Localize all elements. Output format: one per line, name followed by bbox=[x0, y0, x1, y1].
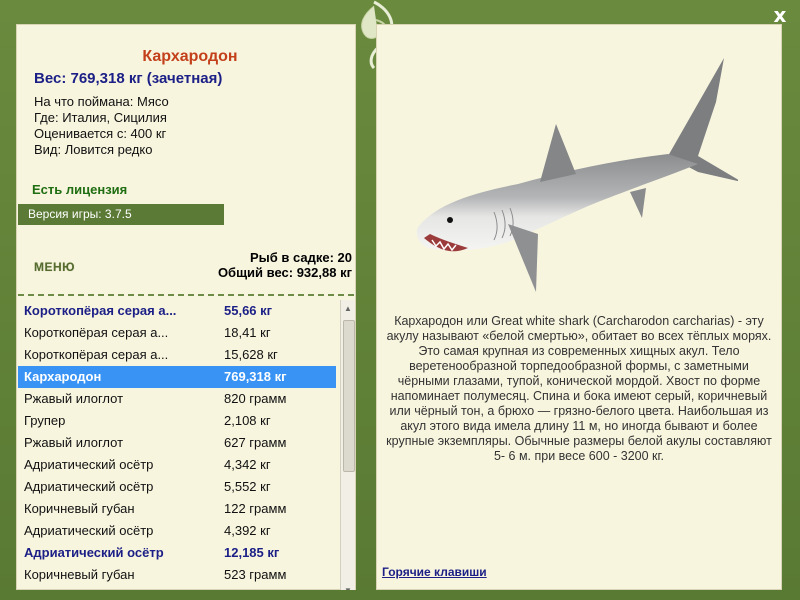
fish-list-row[interactable]: Адриатический осётр 4,392 кг bbox=[18, 520, 336, 542]
fish-list-row[interactable]: Короткопёрая серая а... 15,628 кг bbox=[18, 344, 336, 366]
fish-name: Адриатический осётр bbox=[24, 523, 154, 538]
fish-name: Адриатический осётр bbox=[24, 479, 154, 494]
fish-weight-cell: 5,552 кг bbox=[224, 479, 271, 494]
fish-list-row[interactable]: Ржавый илоглот 627 грамм bbox=[18, 432, 336, 454]
fish-name: Кархародон bbox=[24, 369, 102, 384]
fish-name: Коричневый губан bbox=[24, 501, 135, 516]
fish-weight-cell: 12,185 кг bbox=[224, 545, 280, 560]
fish-name: Короткопёрая серая а... bbox=[24, 347, 169, 362]
fish-name: Короткопёрая серая а... bbox=[24, 325, 169, 340]
scroll-down-arrow-icon[interactable]: ▼ bbox=[341, 584, 355, 590]
fish-list-row[interactable]: Адриатический осётр 12,185 кг bbox=[18, 542, 336, 564]
fish-name: Коричневый губан bbox=[24, 567, 135, 582]
fish-info-panel: Кархародон или Great white shark (Carcha… bbox=[376, 24, 782, 590]
fish-weight-cell: 15,628 кг bbox=[224, 347, 278, 362]
menu-button[interactable]: МЕНЮ bbox=[34, 260, 75, 274]
fish-name: Групер bbox=[24, 413, 66, 428]
fish-name: Адриатический осётр bbox=[24, 457, 154, 472]
fish-list-row[interactable]: Кархародон 769,318 кг bbox=[18, 366, 336, 388]
fish-weight-cell: 820 грамм bbox=[224, 391, 287, 406]
fish-name: Короткопёрая серая а... bbox=[24, 303, 177, 318]
fish-weight-cell: 4,392 кг bbox=[224, 523, 271, 538]
scroll-thumb[interactable] bbox=[343, 320, 355, 472]
bait-info: На что поймана: Мясо bbox=[34, 94, 169, 109]
scroll-up-arrow-icon[interactable]: ▲ bbox=[341, 302, 355, 316]
fish-weight-cell: 55,66 кг bbox=[224, 303, 273, 318]
rarity-info: Вид: Ловится редко bbox=[34, 142, 153, 157]
fish-list-row[interactable]: Адриатический осётр 5,552 кг bbox=[18, 476, 336, 498]
fish-title: Кархародон bbox=[142, 48, 238, 65]
fish-list: Короткопёрая серая а... 55,66 кг Короткопё… bbox=[18, 300, 336, 590]
fish-weight-cell: 2,108 кг bbox=[224, 413, 271, 428]
fish-list-row[interactable]: Групер 2,108 кг bbox=[18, 410, 336, 432]
fish-list-row[interactable]: Ржавый илоглот 820 грамм bbox=[18, 388, 336, 410]
fish-name: Адриатический осётр bbox=[24, 545, 164, 560]
fish-list-row[interactable]: Короткопёрая серая а... 18,41 кг bbox=[18, 322, 336, 344]
fish-list-row[interactable]: Коричневый губан 122 грамм bbox=[18, 498, 336, 520]
valuation-info: Оценивается с: 400 кг bbox=[34, 126, 167, 141]
fish-weight-cell: 769,318 кг bbox=[224, 369, 287, 384]
fish-description: Кархародон или Great white shark (Carcha… bbox=[386, 314, 772, 463]
catch-details-panel: Кархародон Вес: 769,318 кг (зачетная) На… bbox=[16, 24, 356, 590]
fish-weight-cell: 523 грамм bbox=[224, 567, 287, 582]
fish-weight-cell: 18,41 кг bbox=[224, 325, 271, 340]
fish-weight-cell: 122 грамм bbox=[224, 501, 287, 516]
cage-total-weight: Общий вес: 932,88 кг bbox=[217, 265, 352, 280]
license-status: Есть лицензия bbox=[32, 182, 128, 197]
cage-fish-count: Рыб в садке: 20 bbox=[249, 250, 352, 265]
fish-weight-cell: 4,342 кг bbox=[224, 457, 271, 472]
fish-list-scrollbar[interactable]: ▲ ▼ bbox=[340, 300, 355, 590]
fish-list-row[interactable]: Короткопёрая серая а... 55,66 кг bbox=[18, 300, 336, 322]
game-version-bar: Версия игры: 3.7.5 bbox=[18, 204, 224, 225]
list-divider bbox=[18, 294, 354, 296]
shark-image bbox=[416, 58, 738, 292]
location-info: Где: Италия, Сицилия bbox=[34, 110, 167, 125]
fish-name: Ржавый илоглот bbox=[24, 435, 124, 450]
fish-name: Ржавый илоглот bbox=[24, 391, 124, 406]
fish-weight-cell: 627 грамм bbox=[224, 435, 287, 450]
close-button[interactable]: x bbox=[768, 4, 792, 26]
fish-list-row[interactable]: Адриатический осётр 4,342 кг bbox=[18, 454, 336, 476]
fish-list-row[interactable]: Коричневый губан 523 грамм bbox=[18, 564, 336, 586]
fish-weight: Вес: 769,318 кг (зачетная) bbox=[34, 70, 223, 87]
hotkeys-link[interactable]: Горячие клавиши bbox=[382, 565, 487, 579]
